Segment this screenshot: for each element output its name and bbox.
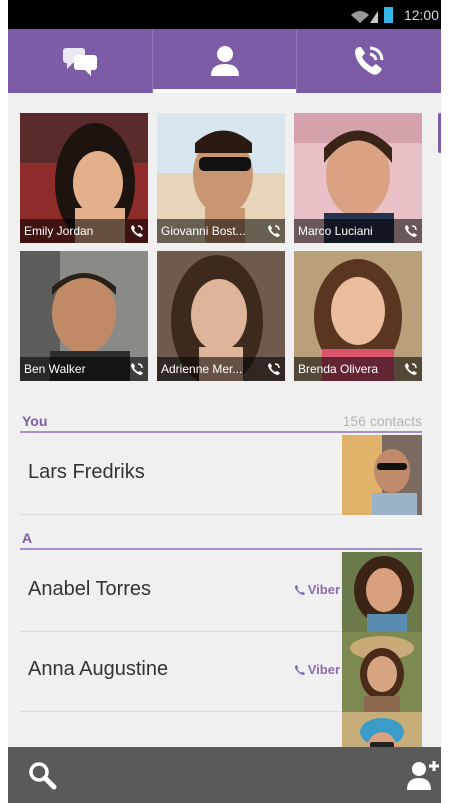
- favorite-name: Emily Jordan: [20, 219, 148, 243]
- person-icon: [210, 46, 239, 76]
- contact-thumbnail: [342, 632, 422, 712]
- contact-thumbnail: [342, 435, 422, 515]
- tab-calls[interactable]: [296, 29, 441, 93]
- viber-badge-label: Viber: [307, 582, 340, 597]
- favorite-tile[interactable]: Brenda Olivera: [294, 251, 422, 381]
- contact-row[interactable]: Anabel Torres Viber: [20, 552, 422, 632]
- viber-contacts-screen: 12:00 Emily Jordan Giovanni Bost... Marc…: [8, 0, 441, 803]
- contact-name: Anna Augustine: [28, 658, 169, 680]
- section-label: A: [22, 530, 33, 546]
- clock: 12:00: [403, 7, 439, 23]
- viber-call-icon: [131, 225, 143, 237]
- viber-phone-icon: [294, 584, 305, 595]
- favorite-name: Brenda Olivera: [294, 357, 422, 381]
- status-bar: 12:00: [8, 0, 441, 29]
- contact-name: Lars Fredriks: [28, 461, 145, 483]
- chat-bubbles-icon: [62, 48, 97, 76]
- phone-icon: [355, 46, 384, 75]
- tab-chats[interactable]: [8, 29, 152, 93]
- viber-call-icon: [131, 363, 143, 375]
- favorite-tile[interactable]: Giovanni Bost...: [157, 113, 285, 243]
- favorite-name: Ben Walker: [20, 357, 148, 381]
- scrollbar[interactable]: [438, 113, 441, 153]
- contacts-count: 156 contacts: [342, 413, 422, 429]
- favorite-name: Adrienne Mer...: [157, 357, 285, 381]
- signal-icon: [351, 11, 378, 23]
- favorite-tile[interactable]: Marco Luciani: [294, 113, 422, 243]
- battery-icon: [384, 7, 393, 23]
- favorite-tile[interactable]: Emily Jordan: [20, 113, 148, 243]
- viber-badge-label: Viber: [307, 662, 340, 677]
- favorite-name: Giovanni Bost...: [157, 219, 285, 243]
- viber-badge: Viber: [294, 662, 340, 677]
- contact-row[interactable]: Anna Augustine Viber: [20, 632, 422, 712]
- viber-call-icon: [405, 363, 417, 375]
- add-contact-icon[interactable]: [406, 759, 440, 791]
- bottom-action-bar: [8, 747, 441, 803]
- search-icon[interactable]: [26, 759, 58, 791]
- section-header-a: A: [20, 528, 422, 550]
- tab-bar: [8, 29, 441, 93]
- viber-badge: Viber: [294, 582, 340, 597]
- tab-contacts[interactable]: [151, 29, 297, 93]
- section-header-you: You 156 contacts: [20, 411, 422, 433]
- viber-call-icon: [405, 225, 417, 237]
- viber-phone-icon: [294, 664, 305, 675]
- viber-call-icon: [268, 363, 280, 375]
- contact-thumbnail: [342, 552, 422, 632]
- favorite-tile[interactable]: Ben Walker: [20, 251, 148, 381]
- contact-name: Anabel Torres: [28, 578, 152, 600]
- viber-call-icon: [268, 225, 280, 237]
- favorite-tile[interactable]: Adrienne Mer...: [157, 251, 285, 381]
- favorite-name: Marco Luciani: [294, 219, 422, 243]
- section-label: You: [22, 413, 48, 429]
- own-profile-row[interactable]: Lars Fredriks: [20, 435, 422, 515]
